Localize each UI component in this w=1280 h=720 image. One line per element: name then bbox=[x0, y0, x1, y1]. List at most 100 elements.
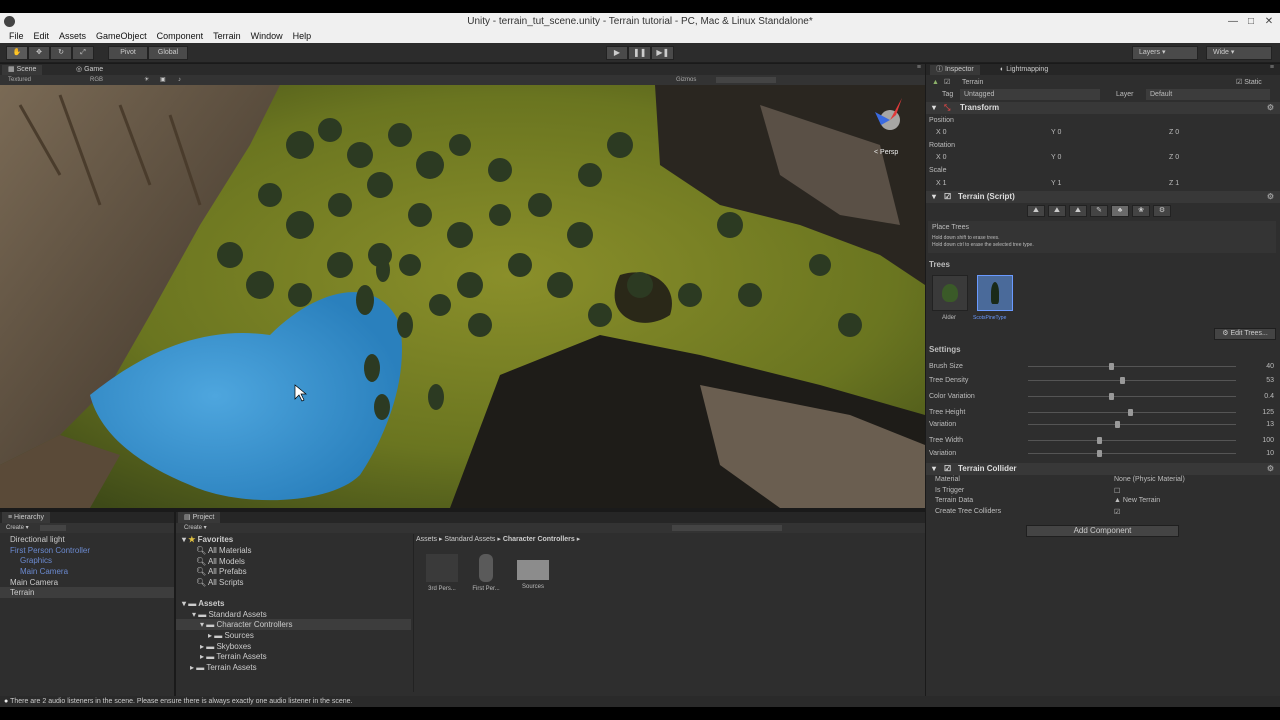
folder-terrain-assets-std[interactable]: ▸ ▬ Terrain Assets bbox=[200, 651, 267, 662]
setting-slider[interactable] bbox=[1028, 393, 1236, 400]
minimize-icon[interactable]: — bbox=[1228, 13, 1238, 30]
object-name-field[interactable]: Terrain bbox=[962, 77, 983, 88]
static-checkbox[interactable]: ☑ Static bbox=[1236, 77, 1262, 88]
pos-z-field[interactable]: Z 0 bbox=[1169, 127, 1179, 138]
scene-lighting-icon[interactable]: ☀ bbox=[144, 75, 149, 85]
menu-edit[interactable]: Edit bbox=[29, 30, 55, 43]
hierarchy-item[interactable]: Graphics bbox=[20, 555, 52, 566]
add-component-button[interactable]: Add Component bbox=[1026, 525, 1179, 537]
tab-lightmapping[interactable]: ◐ Lightmapping bbox=[994, 65, 1054, 75]
hierarchy-item[interactable]: Main Camera bbox=[20, 566, 68, 577]
setting-value-field[interactable]: 10 bbox=[1244, 448, 1274, 459]
pivot-toggle[interactable]: Pivot bbox=[108, 46, 148, 60]
fav-all-scripts[interactable]: 🔍︎ All Scripts bbox=[196, 577, 244, 588]
global-toggle[interactable]: Global bbox=[148, 46, 188, 60]
rotate-tool-button[interactable]: ↻ bbox=[50, 46, 72, 60]
tab-scene[interactable]: ▦ Scene bbox=[2, 65, 43, 75]
edit-trees-button[interactable]: ⚙ Edit Trees... bbox=[1214, 328, 1276, 340]
setting-value-field[interactable]: 100 bbox=[1244, 435, 1274, 446]
terrain-script-checkbox[interactable]: ☑ bbox=[944, 191, 951, 203]
setting-slider[interactable] bbox=[1028, 450, 1236, 457]
menu-gameobject[interactable]: GameObject bbox=[91, 30, 152, 43]
create-tree-colliders-checkbox[interactable]: ☑ bbox=[1114, 508, 1120, 516]
pause-button[interactable]: ❚❚ bbox=[628, 46, 652, 60]
asset-sources-folder[interactable]: Sources bbox=[515, 554, 551, 590]
scene-search-field[interactable] bbox=[716, 77, 776, 83]
setting-slider[interactable] bbox=[1028, 437, 1236, 444]
material-field[interactable]: None (Physic Material) bbox=[1114, 476, 1185, 483]
menu-file[interactable]: File bbox=[4, 30, 29, 43]
collider-checkbox[interactable]: ☑ bbox=[944, 463, 951, 475]
setting-slider[interactable] bbox=[1028, 363, 1236, 370]
scene-image-icon[interactable]: ▣ bbox=[160, 75, 166, 85]
hierarchy-search-input[interactable] bbox=[40, 525, 66, 531]
project-search-input[interactable] bbox=[672, 525, 782, 531]
hierarchy-item[interactable]: Directional light bbox=[10, 534, 65, 545]
gizmos-dropdown[interactable]: Gizmos bbox=[676, 75, 696, 85]
slider-thumb[interactable] bbox=[1127, 409, 1133, 416]
paint-height-tool-button[interactable]: ⛰ bbox=[1048, 205, 1066, 217]
place-trees-tool-button[interactable]: ♣ bbox=[1111, 205, 1129, 217]
scl-z-field[interactable]: Z 1 bbox=[1169, 178, 1179, 189]
object-active-checkbox[interactable]: ☑ bbox=[944, 77, 950, 88]
menu-component[interactable]: Component bbox=[152, 30, 209, 43]
slider-thumb[interactable] bbox=[1096, 450, 1102, 457]
slider-thumb[interactable] bbox=[1119, 377, 1125, 384]
fav-all-prefabs[interactable]: 🔍︎ All Prefabs bbox=[196, 566, 247, 577]
breadcrumb-character-controllers[interactable]: Character Controllers bbox=[503, 536, 575, 543]
tab-game[interactable]: ◎ Game bbox=[70, 65, 109, 75]
color-mode-dropdown[interactable]: RGB bbox=[90, 75, 103, 85]
is-trigger-checkbox[interactable]: ☐ bbox=[1114, 487, 1120, 495]
panel-menu-icon[interactable]: ≡ bbox=[917, 64, 921, 71]
scale-tool-button[interactable]: ⤢ bbox=[72, 46, 94, 60]
scene-audio-icon[interactable]: ♪ bbox=[178, 75, 181, 85]
tree-prototype-alder[interactable] bbox=[932, 275, 968, 311]
collider-settings-icon[interactable]: ⚙ bbox=[1267, 463, 1274, 475]
slider-thumb[interactable] bbox=[1109, 363, 1115, 370]
terrain-data-field[interactable]: ▲ New Terrain bbox=[1114, 497, 1160, 504]
play-button[interactable]: ▶ bbox=[606, 46, 628, 60]
layer-dropdown[interactable]: Default bbox=[1146, 89, 1270, 100]
scl-y-field[interactable]: Y 1 bbox=[1051, 178, 1061, 189]
transform-settings-icon[interactable]: ⚙ bbox=[1267, 102, 1274, 114]
setting-value-field[interactable]: 40 bbox=[1244, 361, 1274, 372]
setting-value-field[interactable]: 13 bbox=[1244, 419, 1274, 430]
project-create-button[interactable]: Create ▾ bbox=[184, 523, 207, 533]
hierarchy-item[interactable]: Terrain bbox=[0, 587, 174, 598]
pos-y-field[interactable]: Y 0 bbox=[1051, 127, 1061, 138]
asset-first-person-controller[interactable]: First Per... bbox=[468, 554, 504, 592]
tree-prototype-scotspine[interactable] bbox=[977, 275, 1013, 311]
rot-y-field[interactable]: Y 0 bbox=[1051, 152, 1061, 163]
pos-x-field[interactable]: X 0 bbox=[936, 127, 947, 138]
inspector-menu-icon[interactable]: ≡ bbox=[1270, 64, 1274, 71]
terrain-collider-header[interactable]: ▾ ☑ Terrain Collider ⚙ bbox=[926, 463, 1280, 475]
layout-dropdown[interactable]: Wide ▾ bbox=[1206, 46, 1272, 60]
step-button[interactable]: ▶❚ bbox=[651, 46, 675, 60]
setting-value-field[interactable]: 125 bbox=[1244, 407, 1274, 418]
move-tool-button[interactable]: ✥ bbox=[28, 46, 50, 60]
paint-texture-tool-button[interactable]: ✎ bbox=[1090, 205, 1108, 217]
smooth-height-tool-button[interactable]: ⛰ bbox=[1069, 205, 1087, 217]
transform-header[interactable]: ▾ ⤡ Transform ⚙ bbox=[926, 102, 1280, 114]
layers-dropdown[interactable]: Layers ▾ bbox=[1132, 46, 1198, 60]
menu-assets[interactable]: Assets bbox=[54, 30, 91, 43]
menu-window[interactable]: Window bbox=[246, 30, 288, 43]
folder-terrain-assets[interactable]: ▸ ▬ Terrain Assets bbox=[190, 662, 257, 673]
terrain-settings-icon[interactable]: ⚙ bbox=[1267, 191, 1274, 203]
hierarchy-create-button[interactable]: Create ▾ bbox=[6, 523, 29, 533]
terrain-script-header[interactable]: ▾ ☑ Terrain (Script) ⚙ bbox=[926, 191, 1280, 203]
slider-thumb[interactable] bbox=[1115, 421, 1121, 428]
persp-label[interactable]: < Persp bbox=[874, 149, 898, 156]
hand-tool-button[interactable]: ✋ bbox=[6, 46, 28, 60]
maximize-icon[interactable]: □ bbox=[1246, 13, 1256, 30]
setting-slider[interactable] bbox=[1028, 409, 1236, 416]
assets-folder[interactable]: ▾ ▬ Assets bbox=[182, 598, 224, 609]
menu-help[interactable]: Help bbox=[288, 30, 317, 43]
scene-viewport[interactable]: < Persp bbox=[0, 85, 925, 508]
paint-details-tool-button[interactable]: ❀ bbox=[1132, 205, 1150, 217]
slider-thumb[interactable] bbox=[1096, 437, 1102, 444]
folder-character-controllers[interactable]: ▾ ▬ Character Controllers bbox=[176, 619, 411, 630]
fav-all-materials[interactable]: 🔍︎ All Materials bbox=[196, 545, 252, 556]
terrain-settings-tool-button[interactable]: ⚙ bbox=[1153, 205, 1171, 217]
close-icon[interactable]: ✕ bbox=[1264, 13, 1274, 30]
